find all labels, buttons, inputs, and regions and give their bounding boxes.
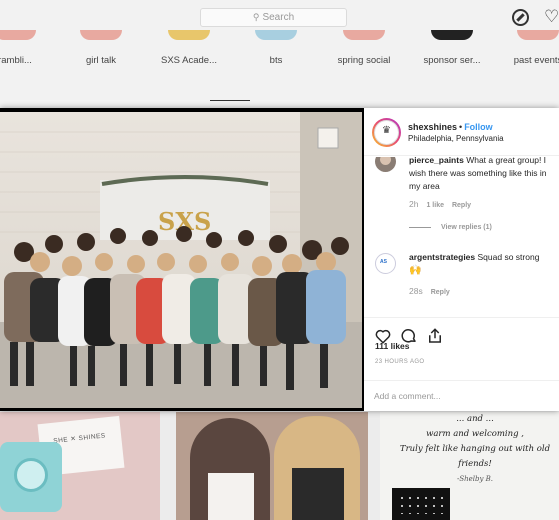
highlight-item[interactable]: SXS Acade... bbox=[144, 30, 234, 66]
comment-age: 2h bbox=[409, 199, 419, 209]
polka-dot-notebook bbox=[392, 488, 450, 520]
post-location[interactable]: Philadelphia, Pennsylvania bbox=[408, 133, 504, 145]
crown-icon: ♛ bbox=[382, 125, 391, 136]
person bbox=[274, 416, 360, 520]
highlight-item[interactable]: rambli... bbox=[0, 30, 60, 66]
view-replies-button[interactable]: View replies (1) bbox=[409, 224, 492, 231]
highlight-cover bbox=[0, 30, 36, 40]
avatar[interactable]: AS bbox=[375, 253, 396, 274]
highlight-cover bbox=[80, 30, 122, 40]
add-comment-input[interactable]: Add a comment... bbox=[364, 380, 559, 411]
reply-button[interactable]: Reply bbox=[452, 202, 471, 209]
story-highlights: rambli... girl talk SXS Acade... bts spr… bbox=[0, 30, 559, 80]
instant-camera bbox=[0, 442, 62, 512]
search-input[interactable]: ⚲ Search bbox=[200, 8, 347, 27]
avatar[interactable] bbox=[375, 157, 396, 172]
post-photo-frame: SXS bbox=[0, 108, 364, 411]
comment-text: Squad so strong bbox=[477, 252, 540, 262]
follow-button[interactable]: Follow bbox=[464, 122, 493, 132]
testimonial-quote: ... and ... warm and welcoming , Truly f… bbox=[399, 414, 551, 483]
post-header: ♛ shexshines • Follow Philadelphia, Pennsy… bbox=[364, 108, 559, 156]
grid-post-portrait[interactable] bbox=[176, 412, 368, 520]
comment-list: pierce_paints What a great group! I wish… bbox=[364, 157, 559, 317]
highlight-cover bbox=[168, 30, 210, 40]
tab-indicator bbox=[210, 100, 250, 101]
comment-age: 28s bbox=[409, 286, 423, 296]
post-modal: SXS ♛ shexshines • Follow Philadelphia, … bbox=[0, 108, 559, 411]
post-timestamp: 23 HOURS AGO bbox=[375, 359, 425, 365]
grid-post-camera[interactable]: SHE ✕ SHINES bbox=[0, 412, 160, 520]
highlight-item[interactable]: bts bbox=[231, 30, 321, 66]
compass-icon[interactable] bbox=[512, 9, 529, 26]
highlight-cover bbox=[517, 30, 559, 40]
grid-post-quote[interactable]: ... and ... warm and welcoming , Truly f… bbox=[380, 412, 559, 520]
highlight-item[interactable]: past events bbox=[493, 30, 559, 66]
highlight-item[interactable]: sponsor ser... bbox=[407, 30, 497, 66]
reply-button[interactable]: Reply bbox=[431, 289, 450, 296]
person bbox=[190, 418, 270, 520]
post-username[interactable]: shexshines bbox=[408, 122, 457, 132]
highlight-item[interactable]: spring social bbox=[319, 30, 409, 66]
highlight-item[interactable]: girl talk bbox=[56, 30, 146, 66]
share-icon[interactable] bbox=[426, 327, 444, 345]
comment-likes[interactable]: 1 like bbox=[426, 202, 444, 209]
raised-hands-emoji: 🙌 bbox=[409, 265, 422, 276]
profile-avatar[interactable]: ♛ bbox=[372, 118, 401, 147]
highlight-cover bbox=[343, 30, 385, 40]
likes-count[interactable]: 111 likes bbox=[375, 341, 410, 351]
comment-username[interactable]: pierce_paints bbox=[409, 157, 464, 165]
highlight-cover bbox=[431, 30, 473, 40]
post-photo[interactable]: SXS bbox=[0, 112, 362, 408]
magnifier-icon: ⚲ bbox=[252, 12, 260, 22]
post-sidebar: ♛ shexshines • Follow Philadelphia, Pennsy… bbox=[364, 108, 559, 411]
heart-icon[interactable]: ♡ bbox=[544, 8, 559, 25]
comment-username[interactable]: argentstrategies bbox=[409, 252, 475, 262]
highlight-cover bbox=[255, 30, 297, 40]
